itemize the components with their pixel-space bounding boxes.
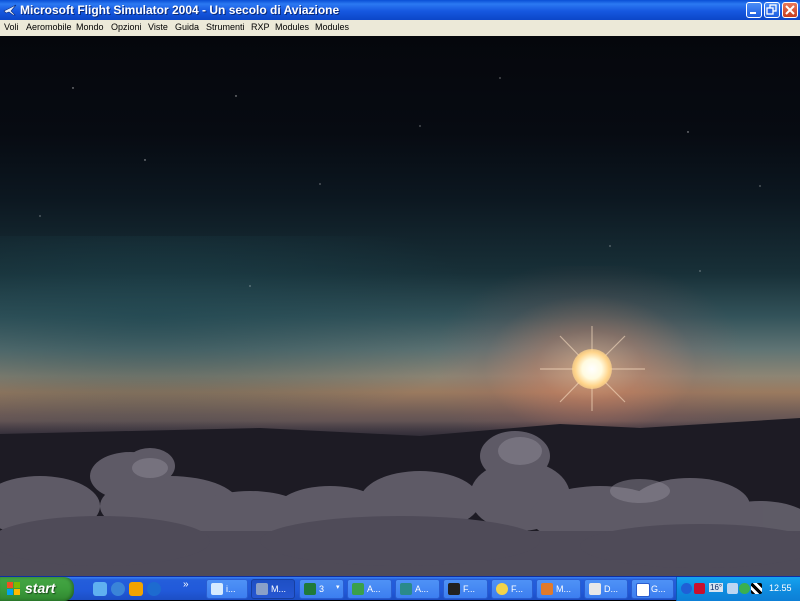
task-button[interactable]: F... (443, 579, 488, 599)
windows-logo-icon (7, 582, 20, 595)
menu-guida[interactable]: Guida (175, 22, 199, 32)
temperature-readout[interactable]: 16° (709, 583, 724, 592)
ie-alt-icon[interactable] (147, 582, 161, 596)
clouds-icon (0, 418, 800, 576)
chevron-down-icon: ▾ (336, 584, 340, 591)
menu-aeromobile[interactable]: Aeromobile (26, 22, 72, 32)
taskbar: start » i... M... 3 ▾ A... A... F... F..… (0, 576, 800, 601)
sim-viewport[interactable] (0, 36, 800, 576)
messenger-icon[interactable] (93, 582, 107, 596)
task-button[interactable]: D... (584, 579, 628, 599)
menu-modules-2[interactable]: Modules (315, 22, 349, 32)
task-button[interactable]: 3 ▾ (299, 579, 344, 599)
task-button[interactable]: A... (395, 579, 440, 599)
task-button[interactable]: A... (347, 579, 392, 599)
document-icon (589, 583, 601, 595)
excel-icon (304, 583, 316, 595)
plane-icon (352, 583, 364, 595)
system-tray: 16° 12.55 (676, 577, 800, 601)
close-button[interactable] (782, 2, 798, 18)
folder-icon (496, 583, 508, 595)
maximize-button[interactable] (764, 2, 780, 18)
app-icon (400, 583, 412, 595)
task-button[interactable]: i... (206, 579, 248, 599)
ie-icon (211, 583, 223, 595)
plane-icon[interactable] (3, 3, 17, 17)
media-player-icon[interactable] (129, 582, 143, 596)
minimize-button[interactable] (746, 2, 762, 18)
start-button[interactable]: start (0, 577, 74, 601)
ie-icon[interactable] (111, 582, 125, 596)
maximize-icon (766, 4, 777, 15)
clock[interactable]: 12.55 (769, 583, 792, 593)
task-button[interactable]: G... (631, 579, 674, 599)
mail-icon (541, 583, 553, 595)
user-icon[interactable] (739, 583, 750, 594)
close-icon (785, 5, 795, 15)
title-bar[interactable]: Microsoft Flight Simulator 2004 - Un sec… (0, 0, 800, 20)
menu-mondo[interactable]: Mondo (76, 22, 104, 32)
task-button[interactable]: M... (251, 579, 295, 599)
menu-voli[interactable]: Voli (4, 22, 19, 32)
start-label: start (25, 580, 56, 596)
window-title: Microsoft Flight Simulator 2004 - Un sec… (20, 3, 340, 17)
menu-viste[interactable]: Viste (148, 22, 168, 32)
task-button[interactable]: F... (491, 579, 533, 599)
checker-icon[interactable] (751, 583, 762, 594)
menu-bar: Voli Aeromobile Mondo Opzioni Viste Guid… (0, 20, 800, 36)
chevron-more-icon[interactable]: » (183, 579, 189, 590)
volume-icon[interactable] (727, 583, 738, 594)
flight-sim-icon (256, 583, 268, 595)
task-button[interactable]: M... (536, 579, 581, 599)
minimize-icon (750, 12, 756, 14)
ati-icon[interactable] (694, 583, 705, 594)
menu-opzioni[interactable]: Opzioni (111, 22, 142, 32)
back-arrow-icon[interactable] (681, 583, 692, 594)
menu-modules[interactable]: Modules (275, 22, 309, 32)
console-icon (448, 583, 460, 595)
menu-strumenti[interactable]: Strumenti (206, 22, 245, 32)
word-icon (636, 583, 650, 597)
menu-rxp[interactable]: RXP (251, 22, 270, 32)
